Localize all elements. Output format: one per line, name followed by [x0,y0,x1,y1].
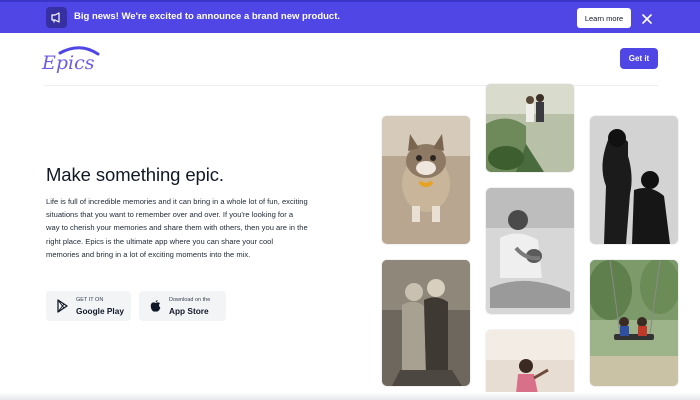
father-baby-photo [486,188,574,314]
app-store-small-label: Download on the [169,297,211,303]
mother-daughter-photo [382,260,470,386]
cat-photo [382,116,470,244]
google-play-button[interactable]: GET IT ON Google Play [46,291,131,321]
logo-text: Epics [41,52,95,74]
pregnant-couple-photo [590,116,678,244]
wedding-couple-photo [486,84,574,172]
site-header [0,33,700,85]
app-store-button[interactable]: Download on the App Store [139,291,226,321]
epics-logo[interactable]: Epics [40,44,102,74]
google-play-small-label: GET IT ON [76,297,104,303]
kids-on-swing-photo [590,260,678,386]
announcement-banner: Big news! We're excited to announce a br… [0,0,700,33]
page-title: Make something epic. [46,164,224,185]
get-it-button[interactable]: Get it [620,48,658,69]
child-at-beach-photo [486,330,574,400]
page-bottom-edge [0,392,700,400]
hero-description: Life is full of incredible memories and … [46,197,308,259]
banner-message: Big news! We're excited to announce a br… [74,11,341,22]
megaphone-icon [46,7,67,28]
google-play-icon [56,299,69,313]
learn-more-button[interactable]: Learn more [577,8,631,28]
apple-icon [149,299,162,313]
google-play-label: Google Play [76,306,124,316]
app-store-label: App Store [169,306,209,316]
close-icon[interactable] [641,12,653,24]
